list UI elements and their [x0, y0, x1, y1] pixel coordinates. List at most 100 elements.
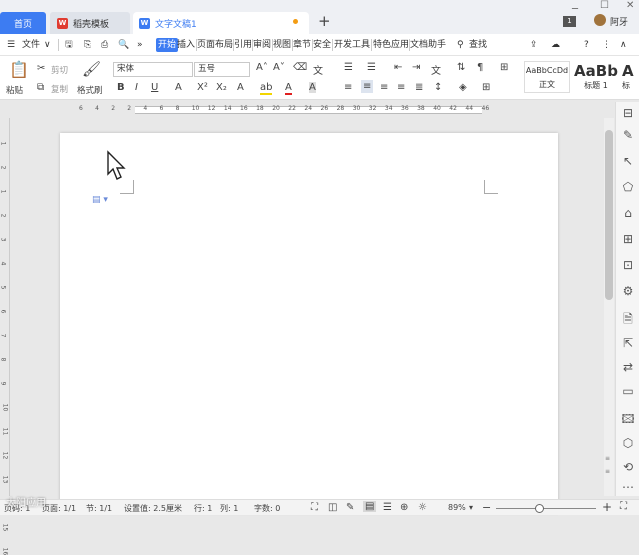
document-page[interactable]: ▤ ▾ — [60, 133, 558, 513]
grow-font-icon[interactable]: A˄ — [256, 62, 268, 73]
page-view-icon[interactable]: ▤ — [363, 501, 377, 512]
tab-home[interactable]: 首页 — [0, 12, 46, 34]
style-heading-1[interactable]: AaBb 标题 1 — [571, 61, 621, 93]
bullet-list-icon[interactable]: ☰ — [344, 62, 353, 73]
search-icon[interactable]: ⚲ — [457, 38, 464, 52]
menu-page-layout[interactable]: 页面布局 — [197, 38, 233, 52]
cloud-icon[interactable]: ☁ — [551, 38, 560, 52]
adjust-icon[interactable]: ⚙ — [621, 284, 635, 298]
zoom-in-icon[interactable]: + — [602, 500, 612, 514]
pen-icon[interactable]: ✎ — [621, 128, 635, 142]
font-color-icon[interactable]: A — [285, 82, 292, 95]
status-section[interactable]: 节: 1/1 — [86, 503, 112, 514]
document-icon[interactable]: 🗎 — [621, 310, 635, 331]
justify-icon[interactable]: ≡ — [397, 82, 405, 93]
border-icon[interactable]: ⊞ — [482, 82, 490, 93]
line-spacing-icon[interactable]: ↕ — [434, 82, 442, 93]
share-icon[interactable]: ⇪ — [530, 38, 538, 52]
more-icon[interactable]: ⋯ — [621, 480, 635, 494]
close-icon[interactable]: ✕ — [626, 0, 634, 11]
vertical-scrollbar[interactable]: ≡ ≡ — [604, 118, 614, 496]
menu-start[interactable]: 开始 — [156, 38, 179, 52]
superscript-icon[interactable]: X² — [197, 82, 208, 93]
cut-icon[interactable]: ✂ — [37, 63, 45, 74]
decrease-indent-icon[interactable]: ⇤ — [394, 62, 402, 73]
italic-icon[interactable]: I — [135, 82, 138, 93]
cut-button[interactable]: 剪切 — [51, 64, 68, 76]
menu-file[interactable]: 文件 — [22, 38, 40, 52]
scroll-up-icon[interactable]: ≡ — [605, 455, 610, 462]
history-icon[interactable]: ⟲ — [621, 460, 635, 474]
style-normal[interactable]: AaBbCcDd 正文 — [524, 61, 570, 93]
vertical-ruler[interactable]: 1212345678910111213141516 — [0, 118, 10, 555]
outline-view-icon[interactable]: ☰ — [383, 502, 392, 513]
more-vertical-icon[interactable]: ⋮ — [602, 38, 611, 52]
more-chevron-icon[interactable]: » — [137, 38, 143, 52]
paragraph-handle-icon[interactable]: ▤ ▾ — [92, 195, 108, 205]
image-icon[interactable]: 🖾 — [621, 410, 635, 431]
eye-protect-icon[interactable]: ☼ — [418, 502, 427, 513]
minimize-icon[interactable]: ─ — [572, 4, 578, 15]
help-icon[interactable]: ? — [584, 38, 589, 52]
menu-insert[interactable]: 插入 — [177, 38, 195, 52]
fit-window-icon[interactable]: ⛶ — [620, 501, 627, 512]
search-label[interactable]: 查找 — [469, 38, 487, 52]
paste-button[interactable]: 粘贴 — [6, 84, 23, 96]
distribute-icon[interactable]: ≣ — [415, 82, 423, 93]
menu-special-apps[interactable]: 特色应用 — [373, 38, 409, 52]
menu-references[interactable]: 引用 — [234, 38, 252, 52]
menu-security[interactable]: 安全 — [313, 38, 331, 52]
subscript-icon[interactable]: X₂ — [216, 82, 227, 93]
zoom-dropdown-icon[interactable]: ▾ — [469, 503, 473, 512]
hamburger-icon[interactable]: ☰ — [7, 38, 15, 52]
print-preview-icon[interactable]: 🔍 — [118, 38, 129, 52]
table-tool-icon[interactable]: ⊞ — [621, 232, 635, 246]
paste-icon[interactable]: 📋 — [9, 60, 29, 79]
web-view-icon[interactable]: ⊕ — [400, 502, 408, 513]
shapes-icon[interactable]: ⬠ — [621, 180, 635, 194]
show-marks-icon[interactable]: ¶ — [477, 62, 483, 73]
status-setting[interactable]: 设置值: 2.5厘米 — [124, 503, 182, 514]
menu-view[interactable]: 视图 — [273, 38, 291, 52]
shading-icon[interactable]: ◈ — [459, 82, 467, 93]
status-pages[interactable]: 页面: 1/1 — [42, 503, 76, 514]
chinese-layout-icon[interactable]: 文 — [431, 62, 441, 77]
align-right-icon[interactable]: ≡ — [380, 82, 388, 93]
align-left-icon[interactable]: ≡ — [344, 82, 352, 93]
zoom-level[interactable]: 89% — [448, 503, 466, 512]
increase-indent-icon[interactable]: ⇥ — [412, 62, 420, 73]
status-col[interactable]: 列: 1 — [220, 503, 238, 514]
font-size-select[interactable]: 五号 — [194, 62, 250, 77]
sidebar-menu-icon[interactable]: ⊟ — [621, 106, 635, 120]
format-painter-button[interactable]: 格式刷 — [77, 84, 103, 96]
strikethrough-icon[interactable]: A — [175, 82, 182, 93]
select-cursor-icon[interactable]: ↖ — [621, 154, 635, 168]
font-family-select[interactable]: 宋体 — [113, 62, 193, 77]
clear-format-icon[interactable]: ⌫ — [293, 62, 307, 73]
status-row[interactable]: 行: 1 — [194, 503, 212, 514]
text-effect-icon[interactable]: A — [237, 82, 244, 93]
table-icon[interactable]: ⊞ — [500, 62, 508, 73]
menu-review[interactable]: 审阅 — [253, 38, 271, 52]
underline-icon[interactable]: U — [151, 82, 158, 93]
new-tab-button[interactable]: + — [318, 12, 331, 30]
translate-icon[interactable]: ⇄ — [621, 360, 635, 374]
zoom-out-icon[interactable]: − — [482, 501, 491, 514]
archive-icon[interactable]: ▭ — [621, 384, 635, 398]
phonetic-icon[interactable]: 文 — [313, 62, 323, 77]
style-heading-2[interactable]: A 标 — [622, 61, 639, 93]
badge-icon[interactable]: ⬡ — [621, 436, 635, 450]
zoom-slider-handle[interactable] — [535, 504, 544, 513]
save-icon[interactable]: 🖫 — [65, 38, 73, 52]
print-icon[interactable]: ⎙ — [101, 38, 108, 52]
horizontal-ruler[interactable]: 6 4 2 2 4 6 8 10 12 14 16 18 20 22 24 26 28 30 32 34 36 38 40 4… — [0, 102, 605, 116]
chevron-down-icon[interactable]: ∨ — [44, 38, 51, 52]
share-out-icon[interactable]: ⇱ — [621, 336, 635, 350]
maximize-icon[interactable]: ☐ — [600, 0, 609, 11]
menu-doc-assistant[interactable]: 文档助手 — [410, 38, 446, 52]
collapse-ribbon-icon[interactable]: ∧ — [620, 38, 627, 52]
grid-icon[interactable]: ⊡ — [621, 258, 635, 272]
user-name[interactable]: 阿牙 — [610, 15, 628, 28]
tab-template[interactable]: W 稻壳模板 — [50, 12, 130, 34]
menu-dev-tools[interactable]: 开发工具 — [334, 38, 370, 52]
